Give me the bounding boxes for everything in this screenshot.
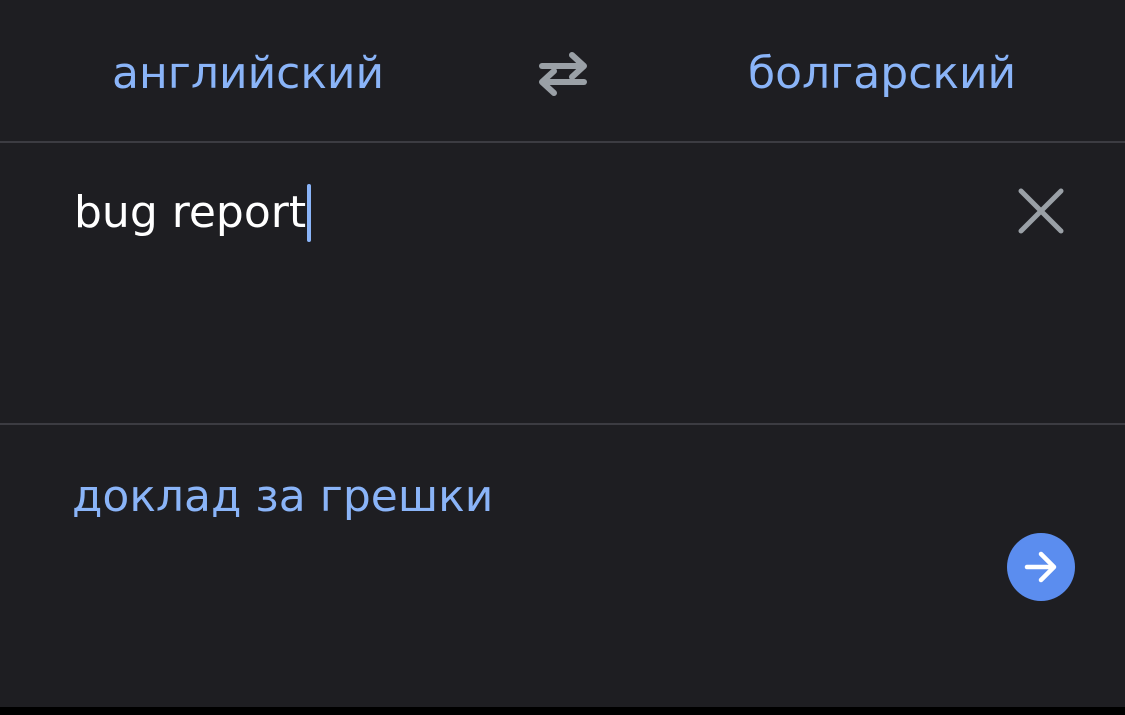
- close-icon: [1018, 188, 1064, 234]
- input-area[interactable]: bug report: [0, 143, 1125, 423]
- source-text-value: bug report: [74, 187, 307, 238]
- translate-app: английский болгарский bug report доклад …: [0, 0, 1125, 707]
- text-caret: [307, 184, 312, 242]
- target-language-button[interactable]: болгарский: [748, 46, 1016, 102]
- source-language-button[interactable]: английский: [112, 46, 384, 102]
- clear-button[interactable]: [1013, 183, 1069, 239]
- source-text-input[interactable]: bug report: [74, 183, 312, 243]
- translation-text[interactable]: доклад за грешки: [72, 467, 493, 527]
- arrow-right-icon: [1024, 551, 1057, 583]
- go-button[interactable]: [1007, 533, 1075, 601]
- swap-arrows-icon: [539, 52, 587, 96]
- language-bar: английский болгарский: [0, 0, 1125, 141]
- output-area: доклад за грешки: [0, 425, 1125, 707]
- swap-languages-button[interactable]: [534, 50, 592, 96]
